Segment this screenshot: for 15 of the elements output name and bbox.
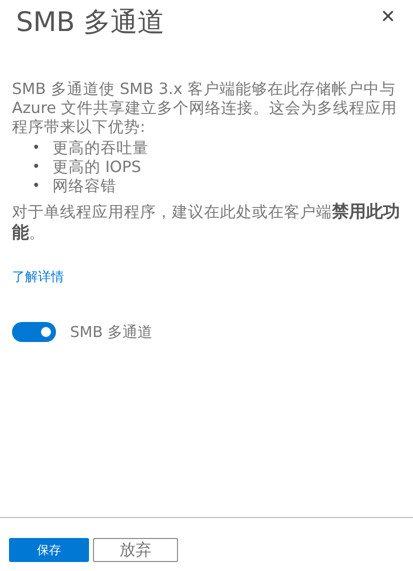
benefit-item: 更高的吞吐量 bbox=[52, 139, 148, 158]
bullet: • bbox=[32, 158, 40, 177]
toggle-label: SMB 多通道 bbox=[70, 322, 153, 342]
toggle-switch[interactable] bbox=[12, 322, 56, 342]
discard-button[interactable]: 放弃 bbox=[93, 538, 178, 562]
recommendation-text: 对于单线程应用程序，建议在此处或在客户端禁用此功能。 bbox=[12, 202, 401, 244]
bullet: • bbox=[32, 177, 40, 196]
description-text: SMB 多通道使 SMB 3.x 客户端能够在此存储帐户中与 Azure 文件共享建立多个网络连接。这会为多线程应用程序带来以下优势: bbox=[12, 80, 398, 137]
panel-title: SMB 多通道 bbox=[16, 6, 165, 40]
bullet: • bbox=[32, 139, 40, 158]
benefit-item: 网络容错 bbox=[52, 177, 116, 196]
close-button[interactable]: × bbox=[376, 4, 399, 30]
learn-more-link[interactable]: 了解详情 bbox=[12, 268, 64, 286]
save-button[interactable]: 保存 bbox=[9, 538, 89, 562]
benefit-item: 更高的 IOPS bbox=[52, 158, 142, 177]
